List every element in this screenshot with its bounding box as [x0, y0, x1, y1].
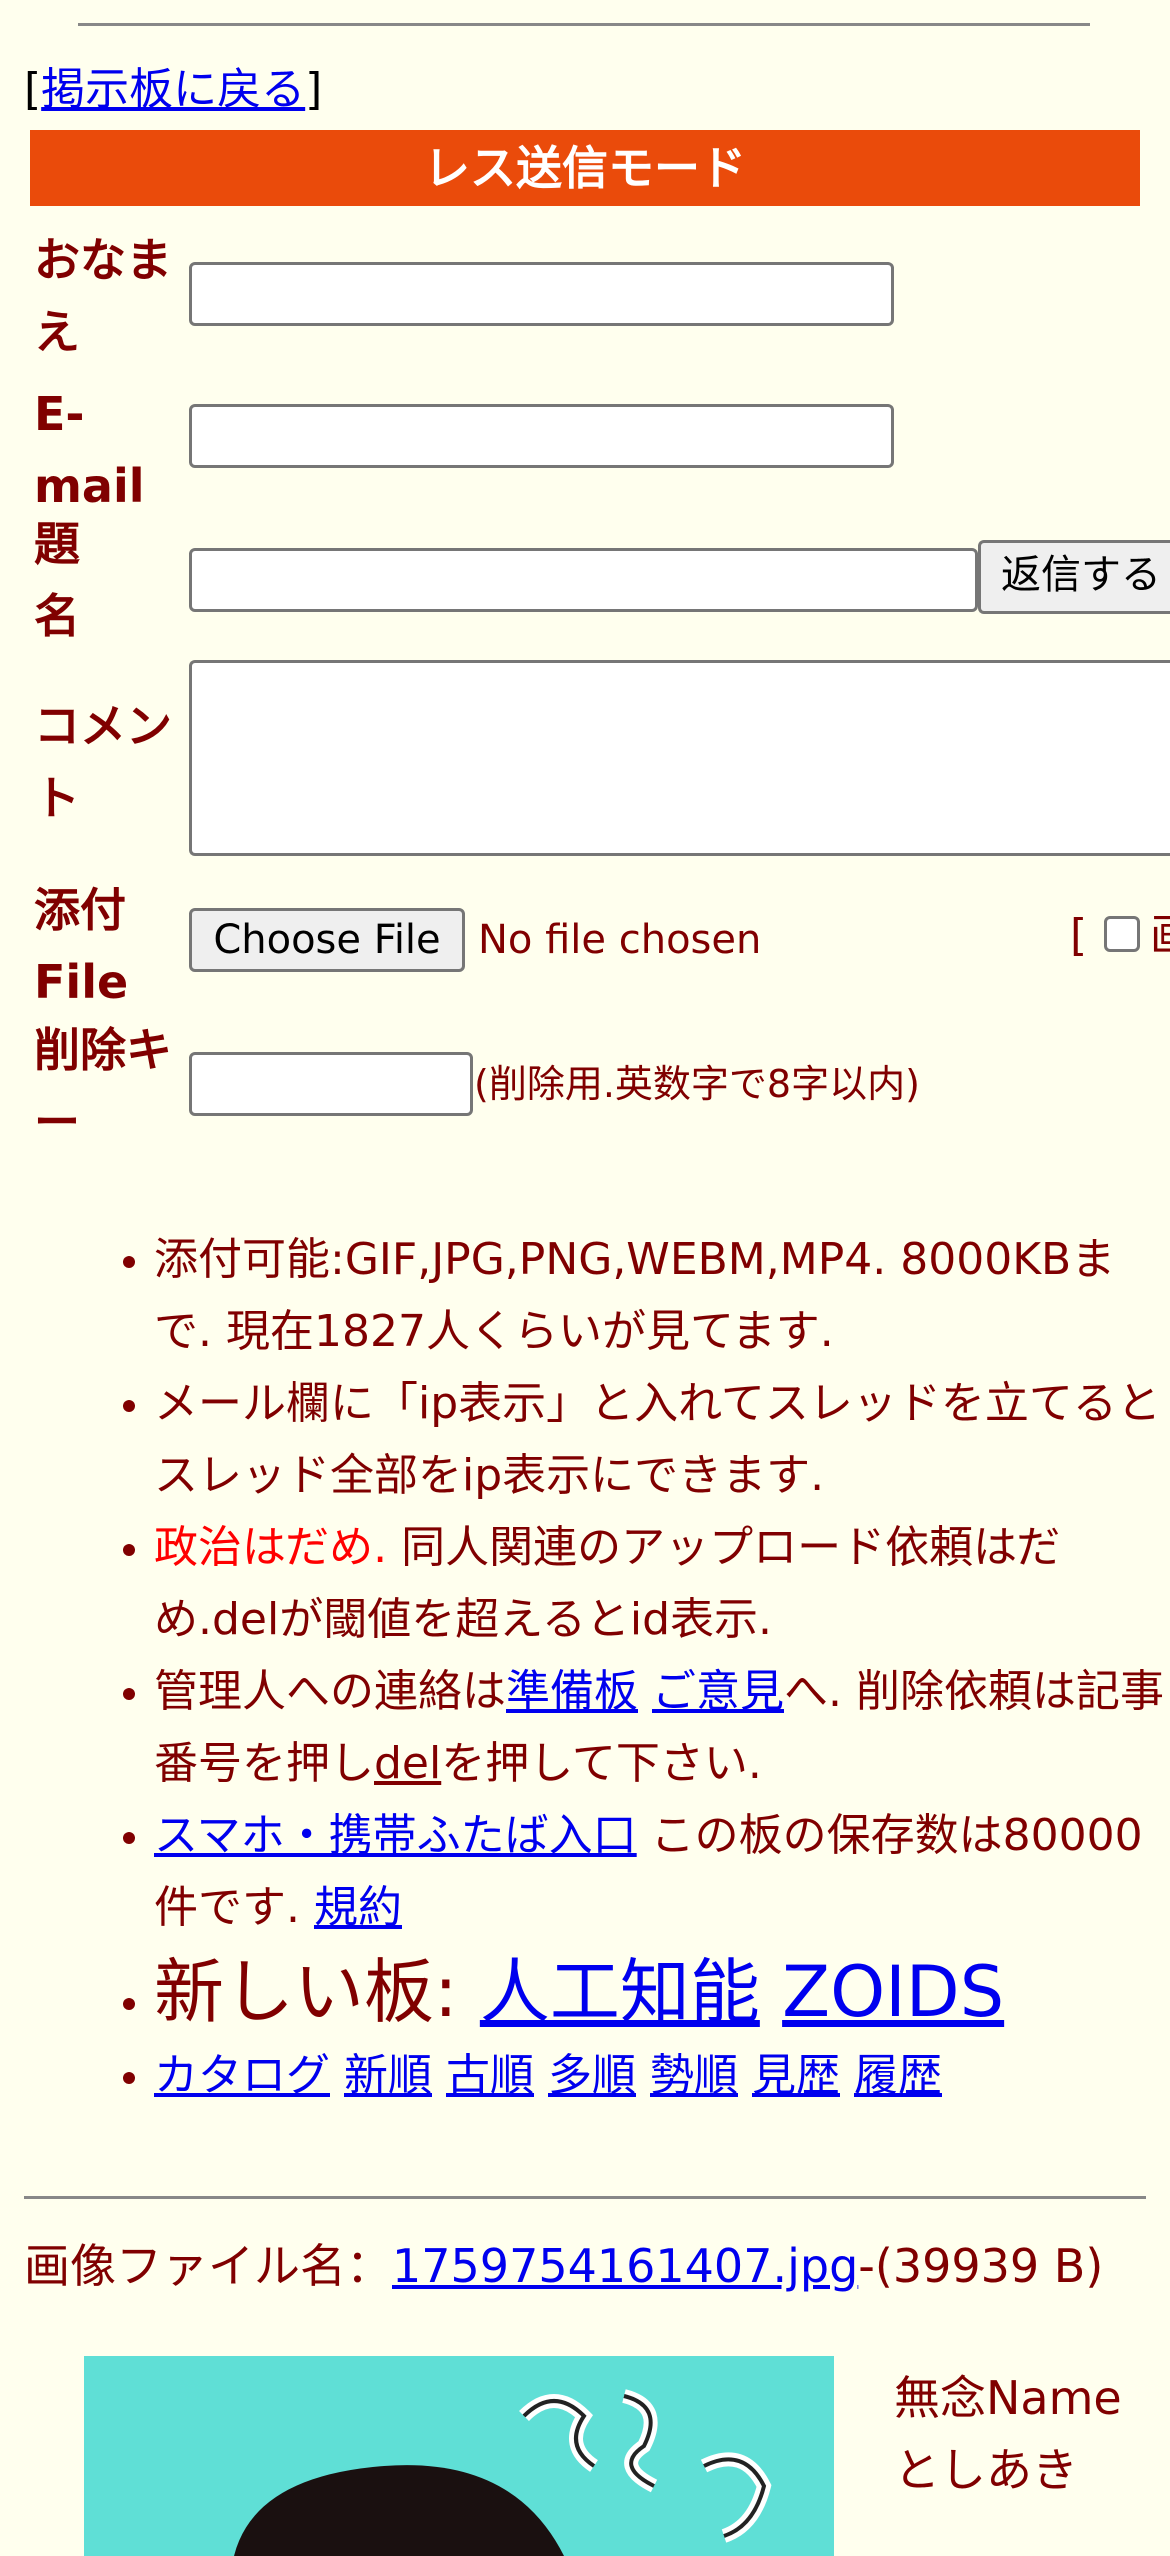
rule-upload-text: 添付可能:GIF,JPG,PNG,WEBM,MP4. 8000KBまで. 現在1…	[154, 1234, 1116, 1357]
rule-contact-text-a: 管理人への連絡は	[154, 1666, 506, 1717]
subject-label-line1: 題	[34, 517, 80, 571]
text-stroke-2	[621, 2389, 658, 2493]
name-label-line2: え	[34, 305, 80, 359]
reply-submit-button[interactable]: 返信する	[978, 540, 1170, 614]
feedback-link[interactable]: ご意見	[652, 1666, 784, 1717]
delete-key-label: 削除キ ー	[34, 1014, 184, 1158]
email-label: E- mail	[34, 378, 184, 522]
rules-list: 添付可能:GIF,JPG,PNG,WEBM,MP4. 8000KBまで. 現在1…	[0, 1224, 1170, 2112]
email-label-line1: E-	[34, 387, 85, 441]
file-label-line1: 添付	[34, 883, 126, 937]
terms-link[interactable]: 規約	[314, 1882, 402, 1933]
sort-most-link[interactable]: 多順	[548, 2050, 636, 2101]
del-link[interactable]: del	[374, 1738, 441, 1789]
post-file-info: 画像ファイル名：1759754161407.jpg-(39939 B)	[24, 2236, 1144, 2296]
subject-input[interactable]	[189, 548, 978, 612]
name-input[interactable]	[189, 262, 894, 326]
rule-item-new-boards: 新しい板: 人工知能 ZOIDS	[154, 1944, 1170, 2040]
rule-item-politics: 政治はだめ. 同人関連のアップロード依頼はだめ.delが閾値を超えるとid表示.	[154, 1512, 1170, 1656]
email-input[interactable]	[189, 404, 894, 468]
image-option-bracket: [	[1070, 910, 1088, 961]
name-label: おなま え	[34, 224, 184, 368]
post-history-link[interactable]: 履歴	[854, 2050, 942, 2101]
subject-label-line2: 名	[34, 589, 80, 643]
rule-item-ip: メール欄に「ip表示」と入れてスレッドを立てるとスレッド全部をip表示にできます…	[154, 1368, 1170, 1512]
section-divider	[24, 2196, 1146, 2199]
ai-board-link[interactable]: 人工知能	[480, 1951, 760, 2033]
zoids-board-link[interactable]: ZOIDS	[782, 1951, 1004, 2033]
file-name-label: 画像ファイル名：	[24, 2239, 392, 2293]
post-name: 無念Name	[894, 2371, 1122, 2425]
rule-item-upload: 添付可能:GIF,JPG,PNG,WEBM,MP4. 8000KBまで. 現在1…	[154, 1224, 1170, 1368]
thumbnail-art	[234, 2389, 772, 2556]
file-label: 添付 File	[34, 874, 184, 1018]
no-file-status: No file chosen	[478, 917, 762, 963]
mobile-entrance-link[interactable]: スマホ・携帯ふたば入口	[154, 1810, 637, 1861]
delete-key-label-line2: ー	[34, 1095, 80, 1149]
image-option: [	[1070, 906, 1087, 966]
catalog-link[interactable]: カタログ	[154, 2050, 330, 2101]
back-to-board-link[interactable]: 掲示板に戻る	[41, 64, 305, 115]
subject-label: 題 名	[34, 508, 184, 652]
new-boards-label: 新しい板:	[154, 1951, 480, 2033]
comment-label: コメン ト	[34, 690, 184, 834]
sort-newest-link[interactable]: 新順	[344, 2050, 432, 2101]
bracket-open: [	[24, 64, 42, 115]
image-option-label: 画	[1150, 906, 1170, 966]
image-file-link[interactable]: 1759754161407.jpg	[392, 2239, 858, 2293]
delete-key-input[interactable]	[189, 1052, 473, 1116]
post-header: 無念Name としあき	[894, 2362, 1164, 2506]
rule-item-contact: 管理人への連絡は準備板 ご意見へ. 削除依頼は記事番号を押しdelを押して下さい…	[154, 1656, 1170, 1800]
back-nav: [掲示板に戻る]	[24, 62, 322, 118]
name-label-line1: おなま	[34, 233, 172, 287]
rule-item-mobile: スマホ・携帯ふたば入口 この板の保存数は80000件です. 規約	[154, 1800, 1170, 1944]
sort-momentum-link[interactable]: 勢順	[650, 2050, 738, 2101]
post-image-thumbnail[interactable]	[84, 2356, 834, 2556]
top-divider	[78, 23, 1090, 26]
rule-contact-space	[638, 1666, 652, 1717]
comment-textarea[interactable]	[189, 660, 1170, 856]
rule-ip-text: メール欄に「ip表示」と入れてスレッドを立てるとスレッド全部をip表示にできます…	[154, 1378, 1161, 1501]
comment-label-line2: ト	[34, 771, 80, 825]
delete-key-note: (削除用.英数字で8字以内)	[474, 1062, 920, 1106]
sort-oldest-link[interactable]: 古順	[446, 2050, 534, 2101]
prep-board-link[interactable]: 準備板	[506, 1666, 638, 1717]
viewed-history-link[interactable]: 見歴	[752, 2050, 840, 2101]
file-label-line2: File	[34, 955, 129, 1009]
rule-item-nav: カタログ 新順 古順 多順 勢順 見歴 履歴	[154, 2040, 1170, 2112]
delete-key-label-line1: 削除キ	[34, 1023, 172, 1077]
comment-label-line1: コメン	[34, 699, 172, 753]
rule-contact-text-c: を押して下さい.	[441, 1738, 762, 1789]
file-size: -(39939 B)	[858, 2239, 1104, 2293]
bracket-close: ]	[305, 64, 323, 115]
hair-shape	[234, 2465, 564, 2556]
reply-mode-banner: レス送信モード	[30, 130, 1140, 206]
image-option-checkbox[interactable]	[1104, 916, 1140, 952]
rule-politics-warning: 政治はだめ.	[154, 1522, 388, 1573]
poster-name: としあき	[894, 2443, 1078, 2497]
choose-file-button[interactable]: Choose File	[189, 908, 465, 972]
